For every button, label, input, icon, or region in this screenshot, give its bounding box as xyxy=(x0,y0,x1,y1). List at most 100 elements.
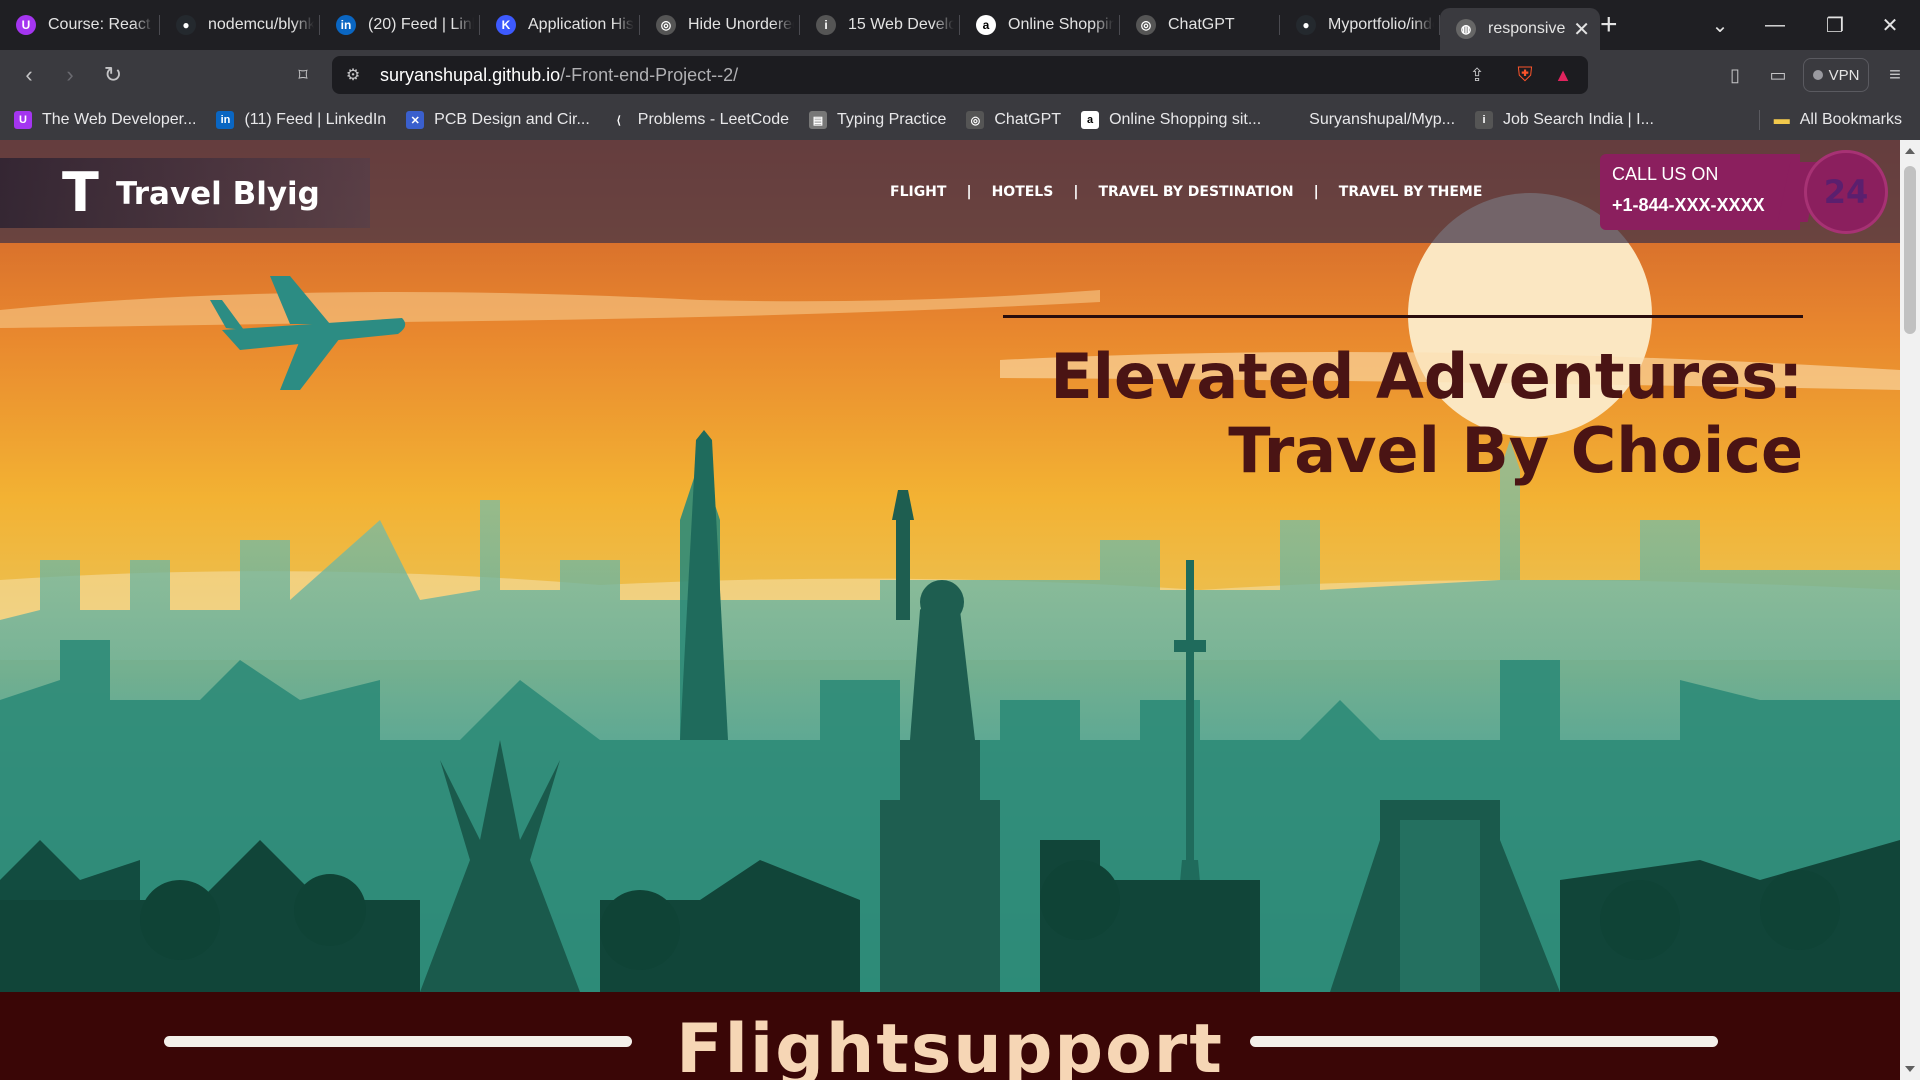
section-title: Flightsupport xyxy=(676,1010,1224,1080)
browser-toolbar: ‹ › ↻ ⌑ ⚙ suryanshupal.github.io/-Front-… xyxy=(0,50,1920,100)
brave-shield-icon[interactable]: ⛨ xyxy=(1510,60,1540,90)
browser-tab[interactable]: in (20) Feed | LinkedIn xyxy=(320,0,480,50)
nav-travel-by-theme[interactable]: TRAVEL BY THEME xyxy=(1339,184,1483,200)
bookmark-favicon-icon: U xyxy=(14,111,32,129)
browser-tab[interactable]: U Course: React - xyxy=(0,0,160,50)
site-info-icon[interactable]: ⚙ xyxy=(338,60,368,90)
logo-mark: T xyxy=(62,161,99,224)
browser-tab[interactable]: ◎ ChatGPT xyxy=(1120,0,1280,50)
bookmark-item[interactable]: ◎ ChatGPT xyxy=(966,111,1061,129)
bookmark-label: (11) Feed | LinkedIn xyxy=(244,111,387,128)
bookmarks-divider xyxy=(1758,110,1760,130)
hero-heading-line2: Travel By Choice xyxy=(1228,414,1803,487)
hero-section: T Travel Blyig FLIGHT | HOTELS | TRAVEL … xyxy=(0,140,1900,992)
close-window-button[interactable]: ✕ xyxy=(1860,0,1920,50)
browser-tab[interactable]: ◍ responsive ✕ xyxy=(1440,8,1600,50)
nav-hotels[interactable]: HOTELS xyxy=(992,184,1054,200)
all-bookmarks-button[interactable]: ▬ All Bookmarks xyxy=(1758,100,1902,140)
tab-title: Myportfolio/index xyxy=(1328,16,1434,33)
tab-title: 15 Web Developer xyxy=(848,16,954,33)
address-bar[interactable]: ⚙ suryanshupal.github.io/-Front-end-Proj… xyxy=(332,56,1588,94)
sidebar-toggle-icon[interactable]: ▯ xyxy=(1720,60,1750,90)
bookmark-icon[interactable]: ⌑ xyxy=(288,60,318,90)
browser-tab[interactable]: i 15 Web Developer xyxy=(800,0,960,50)
browser-tab[interactable]: ● nodemcu/blynk xyxy=(160,0,320,50)
close-tab-icon[interactable]: ✕ xyxy=(1573,17,1590,42)
bookmark-item[interactable]: ⟨ Problems - LeetCode xyxy=(609,111,789,129)
reload-button[interactable]: ↻ xyxy=(98,60,128,90)
browser-tab[interactable]: K Application History xyxy=(480,0,640,50)
menu-icon[interactable]: ≡ xyxy=(1880,60,1910,90)
bookmark-label: Problems - LeetCode xyxy=(637,111,789,128)
globe-icon: ◍ xyxy=(1456,19,1476,39)
url-text[interactable]: suryanshupal.github.io/-Front-end-Projec… xyxy=(380,65,738,86)
nav-separator: | xyxy=(966,184,972,200)
browser-tab[interactable]: a Online Shopping xyxy=(960,0,1120,50)
share-icon[interactable]: ⇪ xyxy=(1462,60,1492,90)
hero-heading: Elevated Adventures: Travel By Choice xyxy=(1050,340,1803,488)
udemy-icon: U xyxy=(16,15,36,35)
vpn-label: VPN xyxy=(1828,66,1860,84)
bookmark-label: Job Search India | I... xyxy=(1503,111,1654,128)
bookmark-favicon-icon: ◎ xyxy=(966,111,985,129)
brave-rewards-icon[interactable]: ▲ xyxy=(1548,60,1578,90)
restore-button[interactable]: ❐ xyxy=(1805,0,1865,50)
linkedin-icon: in xyxy=(336,15,356,35)
bookmark-item[interactable]: U The Web Developer... xyxy=(14,111,196,129)
bookmark-item[interactable]: i Job Search India | I... xyxy=(1475,111,1654,129)
browser-tab[interactable]: ● Myportfolio/index xyxy=(1280,0,1440,50)
wallet-icon[interactable]: ▭ xyxy=(1763,60,1793,90)
scroll-down-icon[interactable] xyxy=(1905,1066,1915,1072)
folder-icon: ▬ xyxy=(1773,111,1790,128)
vpn-status-icon xyxy=(1812,70,1823,80)
bookmark-item[interactable]: a Online Shopping sit... xyxy=(1081,111,1261,129)
scroll-thumb[interactable] xyxy=(1904,166,1916,334)
chatgpt-icon: ◎ xyxy=(1136,15,1156,35)
support-24-icon: 24 xyxy=(1804,150,1888,234)
vpn-button[interactable]: VPN xyxy=(1803,58,1869,92)
nav-separator: | xyxy=(1313,184,1319,200)
nav-flight[interactable]: FLIGHT xyxy=(890,184,946,200)
tab-title: Online Shopping xyxy=(1008,16,1114,33)
tab-strip: U Course: React - ● nodemcu/blynk in (20) Fee… xyxy=(0,0,1920,50)
info-icon: i xyxy=(816,15,836,35)
minimize-button[interactable]: — xyxy=(1745,0,1805,50)
app-icon: K xyxy=(496,15,516,35)
bookmark-favicon-icon xyxy=(1281,111,1300,129)
page-viewport: T Travel Blyig FLIGHT | HOTELS | TRAVEL … xyxy=(0,140,1900,1080)
all-bookmarks-label: All Bookmarks xyxy=(1799,111,1902,128)
bookmark-label: ChatGPT xyxy=(994,111,1062,128)
bookmark-label: Online Shopping sit... xyxy=(1109,111,1262,128)
hero-divider xyxy=(1003,315,1803,318)
call-us-box[interactable]: CALL US ON +1-844-XXX-XXXX xyxy=(1600,154,1800,230)
tab-title: Application History xyxy=(528,16,634,33)
tab-search-chevron-icon[interactable]: ⌄ xyxy=(1690,0,1750,50)
page-scrollbar[interactable] xyxy=(1900,140,1920,1080)
tab-title: (20) Feed | LinkedIn xyxy=(368,16,474,33)
tab-title: Hide Unordered xyxy=(688,16,794,33)
forward-button[interactable]: › xyxy=(55,60,85,90)
bookmark-label: The Web Developer... xyxy=(42,111,197,128)
bookmark-item[interactable]: Suryanshupal/Myp... xyxy=(1281,111,1455,129)
github-icon: ● xyxy=(1296,15,1316,35)
bookmark-item[interactable]: in (11) Feed | LinkedIn xyxy=(216,111,386,129)
url-host: suryanshupal.github.io xyxy=(380,65,561,85)
nav-travel-by-destination[interactable]: TRAVEL BY DESTINATION xyxy=(1098,184,1293,200)
bookmark-item[interactable]: ▤ Typing Practice xyxy=(808,111,947,129)
phone-number: +1-844-XXX-XXXX xyxy=(1612,195,1765,215)
logo-name: Travel Blyig xyxy=(116,176,320,212)
tab-strip-controls: + xyxy=(1600,0,1618,50)
bookmark-item[interactable]: ✕ PCB Design and Cir... xyxy=(406,111,590,129)
github-icon: ● xyxy=(176,15,196,35)
new-tab-button[interactable]: + xyxy=(1600,8,1618,42)
url-path: /-Front-end-Project--2/ xyxy=(560,65,739,85)
bookmark-label: Suryanshupal/Myp... xyxy=(1309,111,1456,128)
scroll-up-icon[interactable] xyxy=(1905,148,1915,154)
bookmark-label: PCB Design and Cir... xyxy=(434,111,590,128)
flightsupport-section: Flightsupport xyxy=(0,992,1900,1080)
back-button[interactable]: ‹ xyxy=(14,60,44,90)
tab-title: nodemcu/blynk xyxy=(208,16,314,33)
bookmark-label: Typing Practice xyxy=(836,111,947,128)
browser-tab[interactable]: ◎ Hide Unordered xyxy=(640,0,800,50)
call-label: CALL US ON xyxy=(1612,164,1719,184)
